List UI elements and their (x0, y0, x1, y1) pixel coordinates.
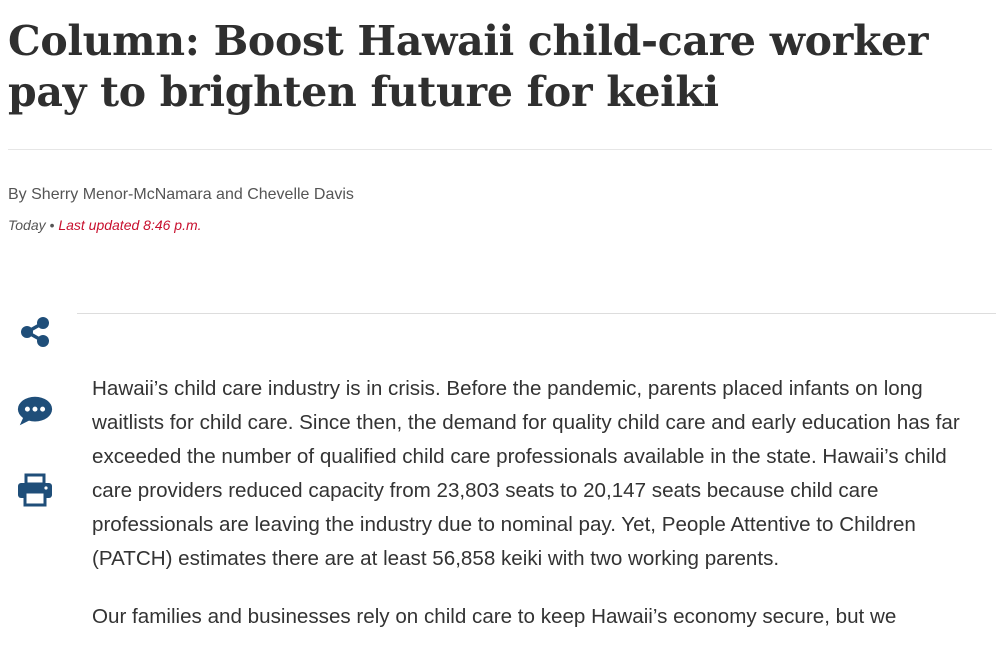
article-body-divider (77, 313, 996, 314)
article-body: Hawaii’s child care industry is in crisi… (92, 372, 982, 658)
last-updated-time: Last updated 8:46 p.m. (58, 217, 202, 233)
date-separator: • (49, 217, 55, 233)
article-page: Column: Boost Hawaii child-care worker p… (0, 0, 996, 665)
publish-date: Today (8, 217, 46, 233)
print-icon (18, 473, 52, 507)
article-headline: Column: Boost Hawaii child-care worker p… (8, 17, 929, 116)
print-button[interactable] (16, 471, 54, 509)
share-button[interactable] (16, 313, 54, 351)
article-paragraph: Our families and businesses rely on chil… (92, 605, 897, 628)
article-dateline: Today • Last updated 8:46 p.m. (8, 216, 202, 234)
headline-divider (8, 149, 992, 150)
article-byline: By Sherry Menor-McNamara and Chevelle Da… (8, 186, 354, 203)
share-icon (21, 317, 49, 347)
comments-button[interactable] (16, 392, 54, 430)
comment-icon (17, 396, 53, 426)
article-paragraph: Hawaii’s child care industry is in crisi… (92, 377, 960, 570)
